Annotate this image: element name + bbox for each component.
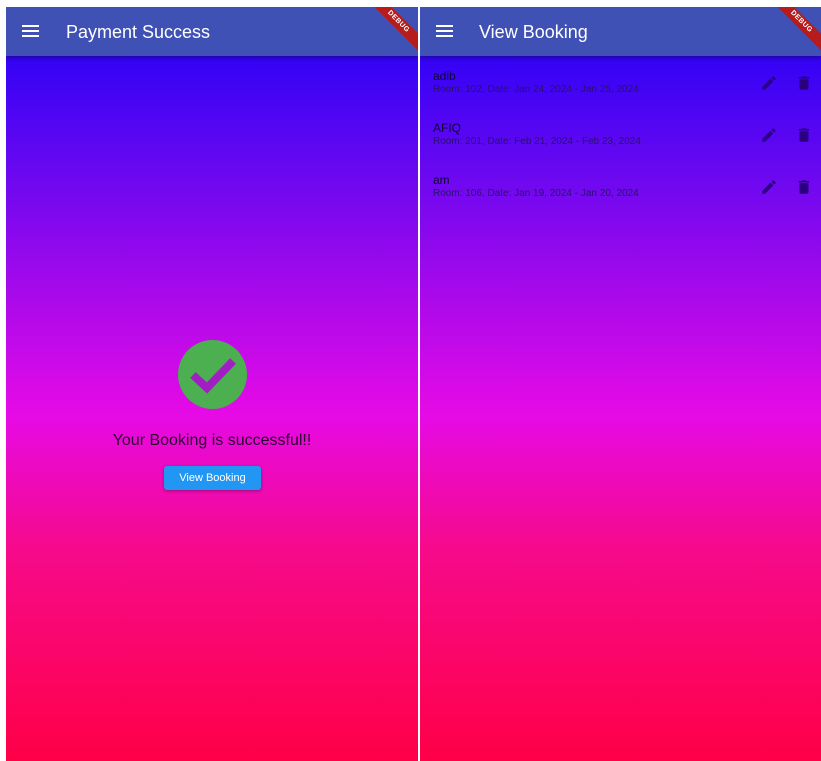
booking-guest-name: am: [433, 173, 450, 187]
page-title: Payment Success: [66, 22, 211, 42]
check-circle-icon: [178, 340, 247, 409]
view-booking-button[interactable]: View Booking: [164, 466, 261, 490]
list-item[interactable]: adib Room: 102, Date: Jan 24, 2024 - Jan…: [420, 56, 821, 108]
delete-icon[interactable]: [795, 178, 813, 196]
view-booking-screen: View Booking DEBUG adib Room: 102, Date:…: [420, 7, 821, 761]
list-item[interactable]: am Room: 106, Date: Jan 19, 2024 - Jan 2…: [420, 160, 821, 212]
page-title: View Booking: [479, 22, 588, 42]
menu-icon[interactable]: [436, 25, 453, 38]
booking-guest-name: adib: [433, 69, 456, 83]
delete-icon[interactable]: [795, 74, 813, 92]
booking-details: Room: 201, Date: Feb 21, 2024 - Feb 23, …: [433, 136, 641, 147]
edit-icon[interactable]: [760, 74, 778, 92]
menu-icon[interactable]: [22, 25, 39, 38]
booking-details: Room: 102, Date: Jan 24, 2024 - Jan 25, …: [433, 84, 639, 95]
success-message: Your Booking is successful!!: [112, 432, 312, 449]
app-bar: Payment Success: [6, 7, 418, 56]
list-item[interactable]: AFIQ Room: 201, Date: Feb 21, 2024 - Feb…: [420, 108, 821, 160]
delete-icon[interactable]: [795, 126, 813, 144]
edit-icon[interactable]: [760, 178, 778, 196]
app-bar: View Booking: [420, 7, 821, 56]
booking-list: adib Room: 102, Date: Jan 24, 2024 - Jan…: [420, 56, 821, 212]
booking-details: Room: 106, Date: Jan 19, 2024 - Jan 20, …: [433, 188, 639, 199]
edit-icon[interactable]: [760, 126, 778, 144]
payment-success-screen: Payment Success DEBUG Your Booking is su…: [6, 7, 418, 761]
booking-guest-name: AFIQ: [433, 121, 462, 135]
